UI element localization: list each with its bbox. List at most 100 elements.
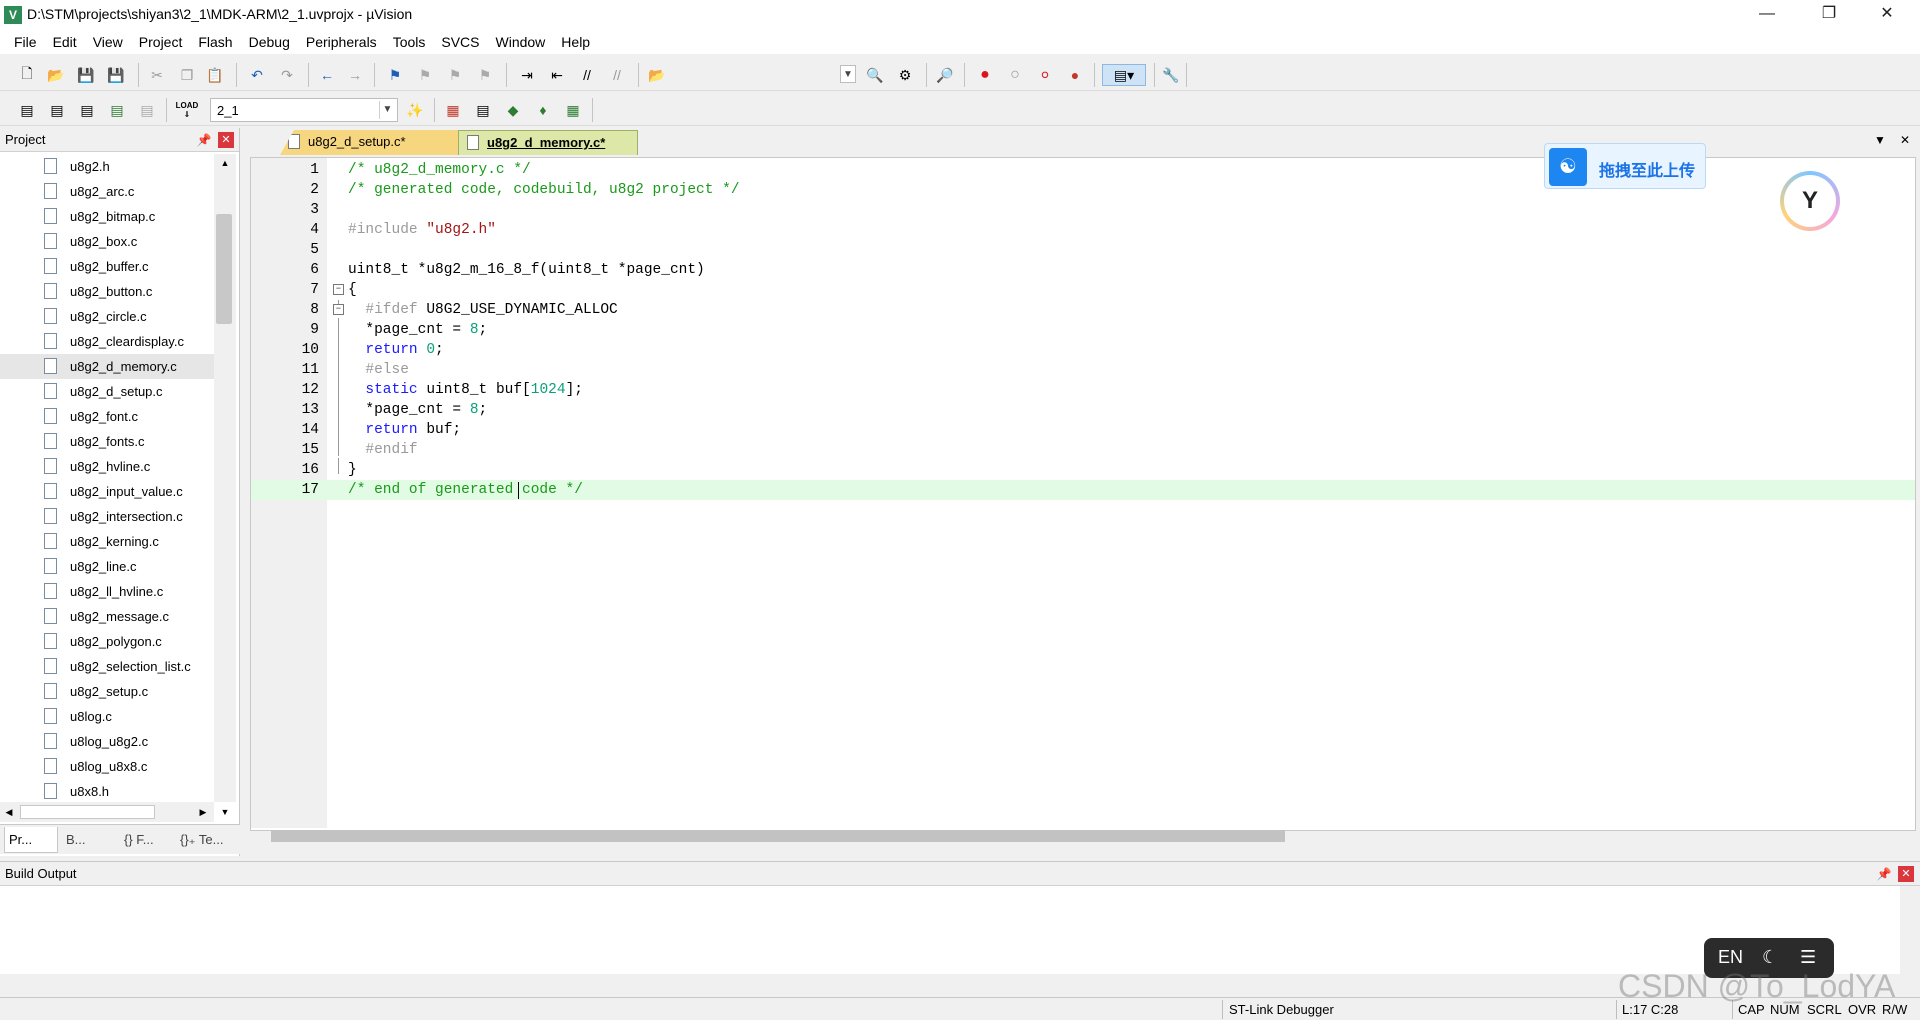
minimize-button[interactable]: — [1744, 0, 1790, 30]
file-item[interactable]: u8g2_button.c [0, 279, 214, 304]
file-item[interactable]: u8g2_intersection.c [0, 504, 214, 529]
pin-icon[interactable]: 📌 [1876, 866, 1892, 882]
copy-icon[interactable]: ❐ [176, 64, 198, 86]
manage-rte-icon[interactable]: ♦ [532, 99, 554, 121]
scroll-left-arrow-icon[interactable]: ◀ [0, 802, 18, 822]
editor-horizontal-scrollbar[interactable] [271, 830, 1911, 842]
paste-icon[interactable]: 📋 [204, 64, 226, 86]
close-window-button[interactable]: ✕ [1864, 0, 1910, 30]
target-options-icon[interactable]: ✨ [404, 99, 426, 121]
fold-toggle-icon[interactable]: − [333, 284, 344, 295]
disable-all-breakpoints-icon[interactable]: ⚪ [1034, 64, 1056, 86]
file-item[interactable]: u8g2_line.c [0, 554, 214, 579]
restore-button[interactable]: ❐ [1806, 0, 1852, 30]
uncomment-icon[interactable]: // [606, 64, 628, 86]
pack-installer-icon[interactable]: ◆ [502, 99, 524, 121]
file-item[interactable]: u8g2_cleardisplay.c [0, 329, 214, 354]
configure-wrench-icon[interactable]: 🔧 [1160, 64, 1182, 86]
file-item[interactable]: u8g2_polygon.c [0, 629, 214, 654]
file-item[interactable]: u8g2.h [0, 154, 214, 179]
file-item[interactable]: u8g2_selection_list.c [0, 654, 214, 679]
manage-project-items-icon[interactable]: ▦ [442, 99, 464, 121]
batch-build-icon[interactable]: ▤ [106, 99, 128, 121]
file-item-selected[interactable]: u8g2_d_memory.c [0, 354, 214, 379]
comment-icon[interactable]: // [576, 64, 598, 86]
download-load-icon[interactable]: LOAD ⇓ [176, 99, 199, 121]
pin-icon[interactable]: 📌 [196, 132, 212, 148]
target-select[interactable]: 2_1 ▼ [210, 98, 398, 122]
code-editor[interactable]: 1 /* u8g2_d_memory.c */ 2 /* generated c… [250, 157, 1916, 842]
translate-icon[interactable]: ▤ [16, 99, 38, 121]
menu-edit[interactable]: Edit [45, 34, 85, 50]
new-file-icon[interactable]: 🗋 [16, 64, 38, 86]
navigate-forward-icon[interactable]: → [344, 64, 366, 86]
tab-u8g2-d-setup[interactable]: u8g2_d_setup.c* [280, 130, 460, 155]
undo-icon[interactable]: ↶ [246, 64, 268, 86]
cut-icon[interactable]: ✂ [146, 64, 168, 86]
tab-templates[interactable]: {}₊ Te... [176, 827, 236, 853]
build-icon[interactable]: ▤ [46, 99, 68, 121]
file-item[interactable]: u8g2_font.c [0, 404, 214, 429]
indent-icon[interactable]: ⇥ [516, 64, 538, 86]
scrollbar-thumb[interactable] [20, 805, 155, 819]
environment-icon[interactable]: ▦ [562, 99, 584, 121]
scrollbar-thumb[interactable] [271, 830, 1285, 842]
next-bookmark-icon[interactable]: ⚑ [444, 64, 466, 86]
assistant-logo-icon[interactable]: Y [1780, 171, 1840, 231]
chevron-down-icon[interactable]: ▼ [840, 65, 856, 83]
file-item[interactable]: u8x8.h [0, 779, 214, 802]
save-all-icon[interactable]: 💾 [105, 64, 127, 86]
window-layout-icon[interactable]: ▤▾ [1102, 64, 1146, 86]
file-item[interactable]: u8g2_message.c [0, 604, 214, 629]
scrollbar-thumb[interactable] [216, 214, 232, 324]
menu-help[interactable]: Help [553, 34, 598, 50]
tab-functions[interactable]: {} F... [120, 827, 174, 853]
file-item[interactable]: u8g2_fonts.c [0, 429, 214, 454]
fold-toggle-icon[interactable]: − [333, 304, 344, 315]
build-output-horizontal-scrollbar[interactable] [0, 974, 1900, 994]
menu-file[interactable]: File [6, 34, 45, 50]
close-panel-icon[interactable]: ✕ [218, 132, 234, 148]
breakpoint-icon[interactable]: ● [974, 64, 996, 86]
project-vertical-scrollbar[interactable]: ▲ [214, 154, 236, 802]
build-output-vertical-scrollbar[interactable] [1900, 886, 1920, 994]
menu-window[interactable]: Window [488, 34, 554, 50]
kill-all-breakpoints-icon[interactable]: ● [1064, 64, 1086, 86]
start-debug-icon[interactable]: 🔎 [934, 64, 956, 86]
menu-debug[interactable]: Debug [241, 34, 298, 50]
menu-flash[interactable]: Flash [190, 34, 240, 50]
file-item[interactable]: u8g2_arc.c [0, 179, 214, 204]
moon-icon[interactable]: ☾ [1762, 947, 1778, 968]
prev-bookmark-icon[interactable]: ⚑ [414, 64, 436, 86]
find-icon[interactable]: 🔍 [864, 64, 886, 86]
file-item[interactable]: u8g2_kerning.c [0, 529, 214, 554]
ime-language[interactable]: EN [1718, 947, 1743, 968]
file-item[interactable]: u8g2_bitmap.c [0, 204, 214, 229]
drag-upload-button[interactable]: ☯ 拖拽至此上传 [1544, 143, 1706, 189]
file-item[interactable]: u8g2_setup.c [0, 679, 214, 704]
stop-build-icon[interactable]: ▤ [136, 99, 158, 121]
project-horizontal-scrollbar[interactable]: ◀ ▶ [0, 802, 214, 822]
menu-icon[interactable]: ☰ [1800, 947, 1816, 968]
select-packs-icon[interactable]: ▤ [472, 99, 494, 121]
save-icon[interactable]: 💾 [75, 64, 97, 86]
bookmark-icon[interactable]: ⚑ [384, 64, 406, 86]
redo-icon[interactable]: ↷ [276, 64, 298, 86]
tab-books[interactable]: B... [62, 827, 116, 853]
file-item[interactable]: u8g2_ll_hvline.c [0, 579, 214, 604]
file-item[interactable]: u8g2_hvline.c [0, 454, 214, 479]
file-item[interactable]: u8g2_d_setup.c [0, 379, 214, 404]
close-panel-icon[interactable]: ✕ [1898, 866, 1914, 882]
navigate-back-icon[interactable]: ← [316, 64, 338, 86]
disable-breakpoint-icon[interactable]: ○ [1004, 64, 1026, 86]
file-item[interactable]: u8log.c [0, 704, 214, 729]
menu-svcs[interactable]: SVCS [433, 34, 487, 50]
find-combo[interactable]: ▼ [660, 63, 856, 87]
open-folder-icon[interactable]: 📂 [45, 64, 67, 86]
scroll-up-arrow-icon[interactable]: ▲ [214, 154, 236, 172]
file-item[interactable]: u8g2_input_value.c [0, 479, 214, 504]
file-item[interactable]: u8log_u8x8.c [0, 754, 214, 779]
file-item[interactable]: u8log_u8g2.c [0, 729, 214, 754]
menu-project[interactable]: Project [131, 34, 191, 50]
tab-u8g2-d-memory[interactable]: u8g2_d_memory.c* [458, 130, 638, 155]
